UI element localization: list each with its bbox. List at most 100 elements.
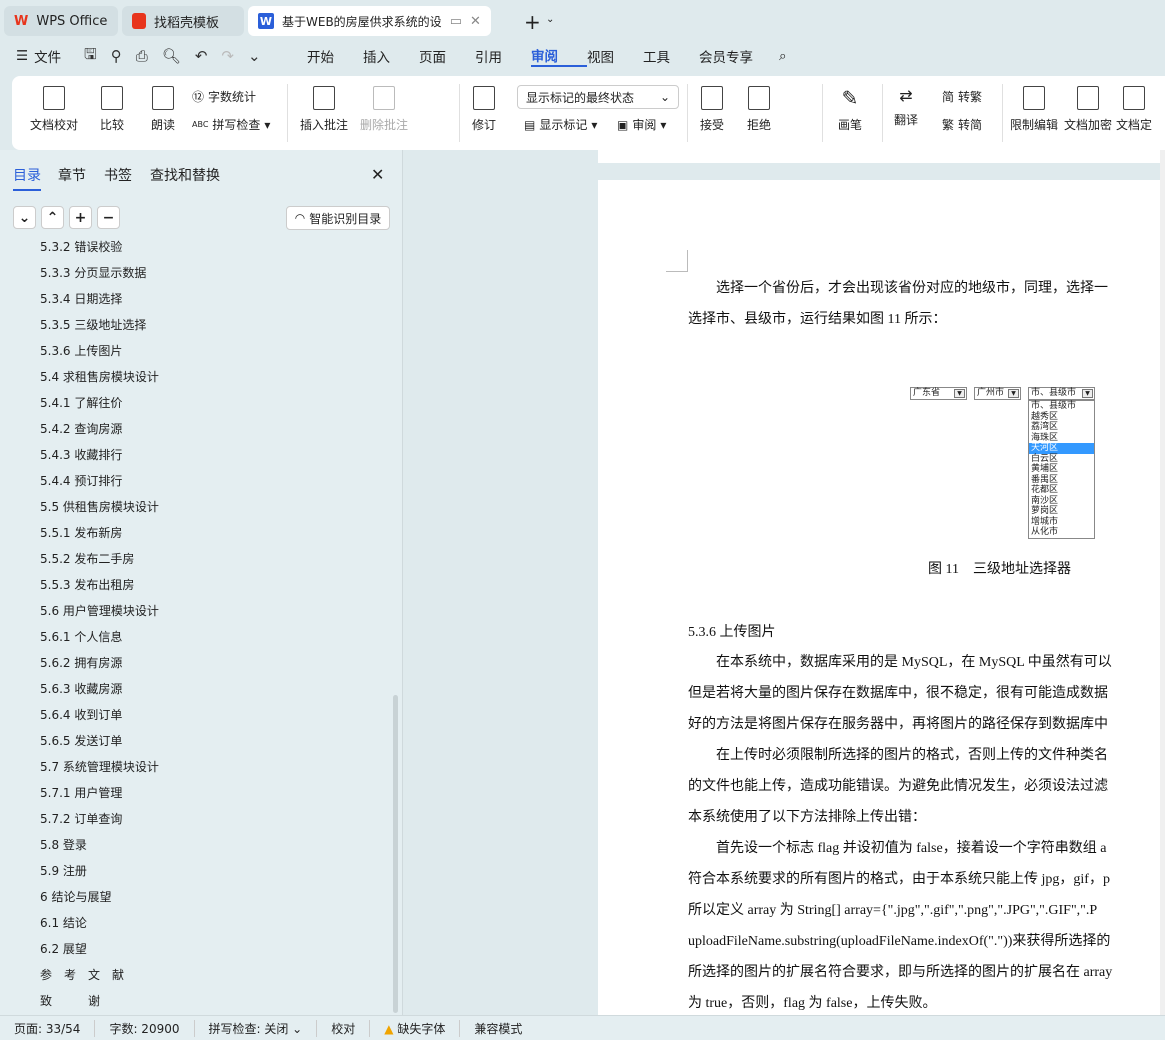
read-aloud-button[interactable]: 朗读 xyxy=(151,86,175,133)
file-menu[interactable]: ☰ 文件 xyxy=(16,44,61,68)
spell-check-button[interactable]: ABC 拼写检查 ▾ xyxy=(192,116,270,133)
document-scrollbar[interactable] xyxy=(1160,150,1165,1015)
close-tab-icon[interactable]: ✕ xyxy=(470,14,481,29)
district-option: 南沙区 xyxy=(1031,495,1059,506)
accept-button[interactable]: 接受 xyxy=(700,86,724,133)
toc-item[interactable]: 5.7.1 用户管理 xyxy=(40,784,122,801)
toc-item[interactable]: 5.4.4 预订排行 xyxy=(40,472,122,489)
new-tab-icon[interactable]: + xyxy=(524,10,541,34)
menu-home[interactable]: 开始 xyxy=(307,46,363,66)
markup-state-select[interactable]: 显示标记的最终状态 ⌄ xyxy=(517,85,679,109)
menu-tools[interactable]: 工具 xyxy=(643,46,699,66)
toc-item[interactable]: 5.4.3 收藏排行 xyxy=(40,446,122,463)
toc-item[interactable]: 6.1 结论 xyxy=(40,914,87,931)
toc-item[interactable]: 6 结论与展望 xyxy=(40,888,111,905)
toc-item[interactable]: 5.4 求租售房模块设计 xyxy=(40,368,159,385)
insert-comment-button[interactable]: 插入批注 xyxy=(300,86,348,133)
pen-button[interactable]: ✎ 画笔 xyxy=(838,86,862,133)
search-icon[interactable]: ⌕ xyxy=(779,48,787,64)
toc-item[interactable]: 5.6.1 个人信息 xyxy=(40,628,122,645)
toc-item[interactable]: 6.2 展望 xyxy=(40,940,87,957)
close-icon[interactable]: ✕ xyxy=(371,165,384,184)
toc-item[interactable]: 5.3.2 错误校验 xyxy=(40,238,122,255)
toc-item[interactable]: 5.6.5 发送订单 xyxy=(40,732,122,749)
tab-templates[interactable]: 找稻壳模板 xyxy=(122,6,244,36)
tab-toc[interactable]: 目录 xyxy=(13,165,41,191)
toc-item[interactable]: 5.7.2 订单查询 xyxy=(40,810,122,827)
save-icon[interactable]: 🖫 xyxy=(84,44,97,69)
undo-icon[interactable]: ↶ xyxy=(195,47,208,65)
spell-check-status[interactable]: 拼写检查: 关闭 ⌄ xyxy=(195,1019,318,1037)
toc-item[interactable]: 5.9 注册 xyxy=(40,862,87,879)
toc-item[interactable]: 5.5.2 发布二手房 xyxy=(40,550,134,567)
translate-button[interactable]: ⇄ 翻译 xyxy=(894,86,918,128)
redo-icon[interactable]: ↷ xyxy=(221,47,234,65)
word-count-button[interactable]: ⑫ 字数统计 xyxy=(192,88,256,105)
toc-item[interactable]: 5.8 登录 xyxy=(40,836,87,853)
monitor-icon[interactable]: ▭ xyxy=(450,14,462,29)
missing-font-status[interactable]: ▲ 缺失字体 xyxy=(370,1019,461,1037)
share-icon[interactable]: ⚲ xyxy=(111,47,122,65)
tab-document[interactable]: W 基于WEB的房屋供求系统的设 ▭ ✕ xyxy=(248,6,491,36)
toc-item[interactable]: 5.6.3 收藏房源 xyxy=(40,680,122,697)
pen-icon: ✎ xyxy=(841,86,859,110)
collapse-up-button[interactable]: ⌃ xyxy=(41,206,64,229)
encrypt-button[interactable]: 文档加密 xyxy=(1064,86,1112,133)
to-simplified-button[interactable]: 繁转简 xyxy=(942,116,982,133)
add-heading-button[interactable]: + xyxy=(69,206,92,229)
print-icon[interactable]: ⎙ xyxy=(136,47,148,65)
to-traditional-button[interactable]: 简转繁 xyxy=(942,88,982,105)
toc-item[interactable]: 5.6 用户管理模块设计 xyxy=(40,602,159,619)
menu-view[interactable]: 视图 xyxy=(587,46,643,66)
proofread-button[interactable]: 文档校对 xyxy=(30,86,78,133)
toc-item[interactable]: 5.7 系统管理模块设计 xyxy=(40,758,159,775)
toc-item[interactable]: 5.5 供租售房模块设计 xyxy=(40,498,159,515)
toc-item[interactable]: 5.6.2 拥有房源 xyxy=(40,654,122,671)
compare-button[interactable]: 比较 xyxy=(100,86,124,133)
smart-toc-button[interactable]: ◠ 智能识别目录 xyxy=(286,206,390,230)
print-preview-icon[interactable]: 🔍︎ xyxy=(162,47,181,65)
reject-button[interactable]: 拒绝 xyxy=(747,86,771,133)
tab-list-chevron-icon[interactable]: ⌄ xyxy=(546,14,554,25)
tab-bookmarks[interactable]: 书签 xyxy=(104,165,132,185)
track-changes-icon xyxy=(473,86,495,110)
delete-comment-button[interactable]: 删除批注 xyxy=(360,86,408,133)
show-markup-button[interactable]: ▤ 显示标记 ▾ xyxy=(524,116,597,133)
district-select: 市、县级市 ▼ xyxy=(1028,387,1095,400)
menu-member[interactable]: 会员专享 xyxy=(699,46,779,66)
toc-item[interactable]: 5.4.1 了解往价 xyxy=(40,394,122,411)
remove-heading-button[interactable]: − xyxy=(97,206,120,229)
menu-reference[interactable]: 引用 xyxy=(475,46,531,66)
toc-item[interactable]: 5.5.3 发布出租房 xyxy=(40,576,134,593)
track-changes-button[interactable]: 修订 xyxy=(472,86,496,133)
more-chevron-icon[interactable]: ⌄ xyxy=(248,47,261,65)
review-pane-button[interactable]: ▣ 审阅 ▾ xyxy=(617,116,666,133)
menu-insert[interactable]: 插入 xyxy=(363,46,419,66)
toc-item[interactable]: 5.3.3 分页显示数据 xyxy=(40,264,146,281)
toc-item[interactable]: 5.6.4 收到订单 xyxy=(40,706,122,723)
page-indicator[interactable]: 页面: 33/54 xyxy=(0,1019,96,1037)
district-option: 从化市 xyxy=(1031,527,1059,537)
restrict-editing-button[interactable]: 限制编辑 xyxy=(1010,86,1058,133)
proofread-status[interactable]: 校对 xyxy=(317,1019,371,1037)
expand-down-button[interactable]: ⌄ xyxy=(13,206,36,229)
tab-find-replace[interactable]: 查找和替换 xyxy=(150,165,220,185)
word-count-icon: ⑫ xyxy=(192,90,205,104)
menu-review[interactable]: 审阅 xyxy=(531,45,587,67)
toc-item[interactable]: 致 谢 xyxy=(40,992,100,1009)
toc-item[interactable]: 参 考 文 献 xyxy=(40,966,124,983)
menu-page[interactable]: 页面 xyxy=(419,46,475,66)
word-count[interactable]: 字数: 20900 xyxy=(95,1019,195,1037)
tab-chapters[interactable]: 章节 xyxy=(58,165,86,185)
toc-item[interactable]: 5.3.5 三级地址选择 xyxy=(40,316,146,333)
verify-button[interactable]: 文档定 xyxy=(1116,86,1152,133)
compat-mode: 兼容模式 xyxy=(474,1021,523,1036)
district-option: 萝岗区 xyxy=(1031,506,1059,516)
toc-item[interactable]: 5.3.4 日期选择 xyxy=(40,290,122,307)
tab-wps-office[interactable]: W WPS Office xyxy=(4,6,118,36)
toc-item[interactable]: 5.4.2 查询房源 xyxy=(40,420,122,437)
toc-item[interactable]: 5.3.6 上传图片 xyxy=(40,342,122,359)
sidebar-scrollbar[interactable] xyxy=(393,695,398,1013)
paragraph-line: 符合本系统要求的所有图片的格式，由于本系统只能上传 jpg，gif，p xyxy=(688,872,1110,887)
toc-item[interactable]: 5.5.1 发布新房 xyxy=(40,524,122,541)
